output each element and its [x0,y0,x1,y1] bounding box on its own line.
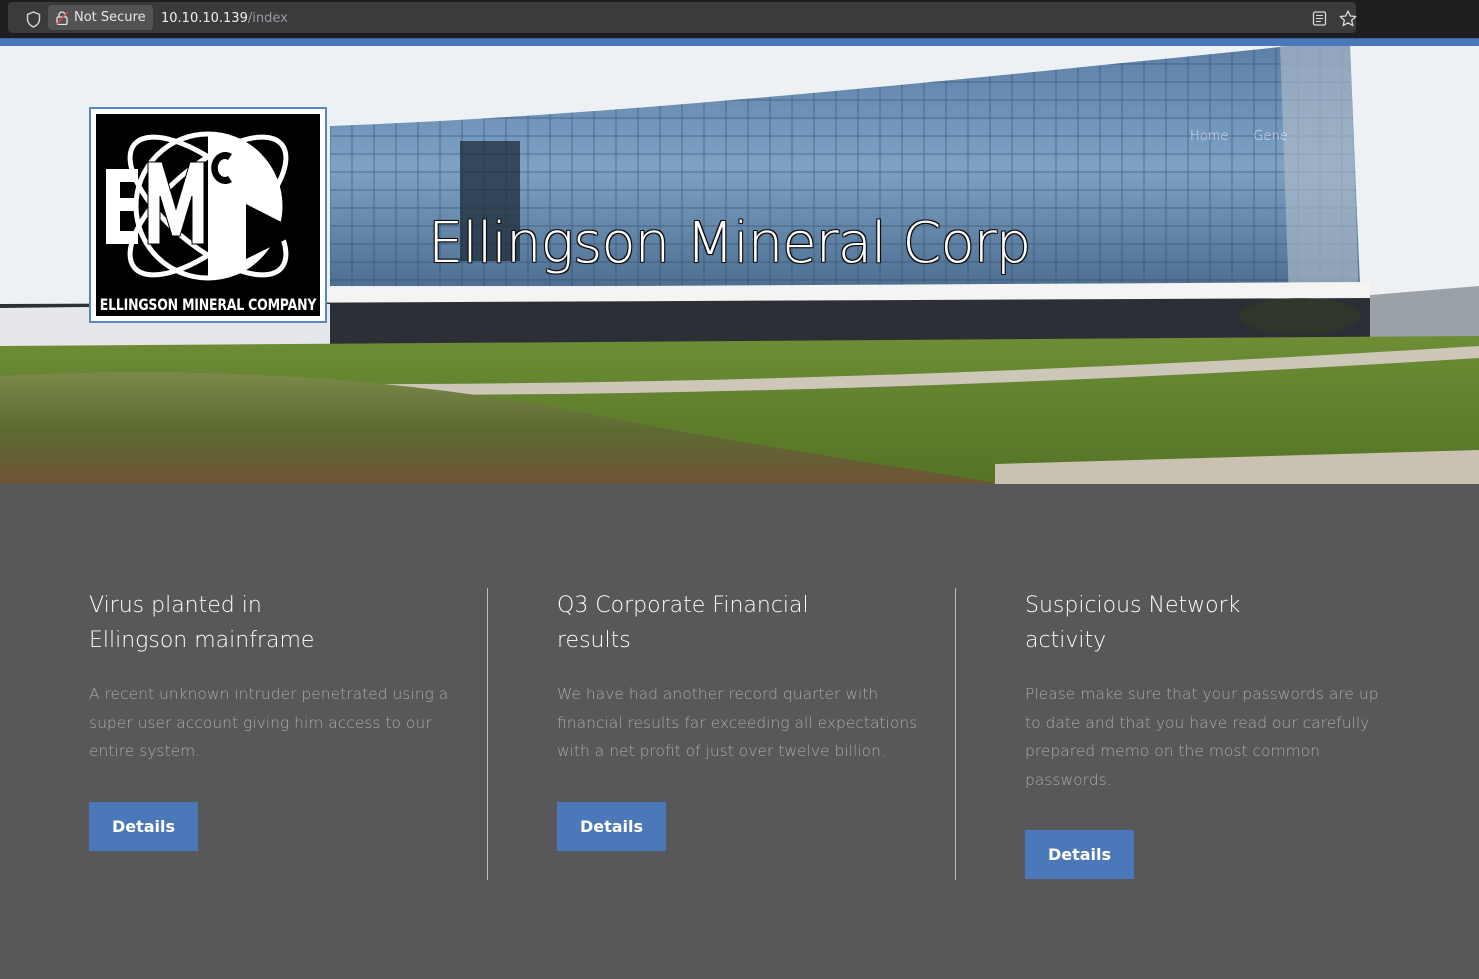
article-summary: We have had another record quarter with … [557,685,918,760]
url-host: 10.10.10.139 [161,11,248,26]
security-indicator[interactable]: Not Secure [48,5,153,30]
article-title: Q3 Corporate Financial results [557,593,809,653]
article-card: Q3 Corporate Financial results We have h… [557,588,957,851]
browser-toolbar: Not Secure 10.10.10.139/index [0,0,1479,38]
details-button[interactable]: Details [1025,830,1134,879]
page-top-bar [0,38,1479,46]
url-text[interactable]: 10.10.10.139/index [161,11,288,26]
column-divider [487,588,488,880]
details-button[interactable]: Details [89,801,198,851]
nav-general[interactable]: Gene [1253,129,1287,144]
shield-icon[interactable] [26,11,41,28]
url-path: /index [247,11,288,26]
column-divider [955,588,956,880]
main-navigation: Home Gene [1190,129,1313,144]
emc-logo-graphic [106,131,301,281]
not-secure-label: Not Secure [74,10,146,25]
hero-title: Ellingson Mineral Corp [428,211,1031,276]
logo-caption: ELLINGSON MINERAL COMPANY [99,295,317,314]
hero-banner: ELLINGSON MINERAL COMPANY Home Gene Elli… [0,46,1479,484]
logo-emblem: ELLINGSON MINERAL COMPANY [96,114,320,316]
article-title: Virus planted in Ellingson mainframe [89,593,315,653]
article-card: Suspicious Network activity Please make … [1025,588,1425,879]
article-summary: Please make sure that your passwords are… [1025,685,1379,789]
insecure-lock-icon [56,10,68,25]
company-logo[interactable]: ELLINGSON MINERAL COMPANY [89,107,327,323]
news-section: Virus planted in Ellingson mainframe A r… [0,484,1479,979]
details-button[interactable]: Details [557,801,666,851]
article-card: Virus planted in Ellingson mainframe A r… [89,588,489,851]
bookmark-star-icon[interactable] [1339,10,1357,27]
article-summary: A recent unknown intruder penetrated usi… [89,685,449,760]
nav-home[interactable]: Home [1190,129,1228,144]
address-bar[interactable]: Not Secure 10.10.10.139/index [8,2,1357,33]
article-title: Suspicious Network activity [1025,593,1241,653]
reader-view-icon[interactable] [1312,11,1327,26]
